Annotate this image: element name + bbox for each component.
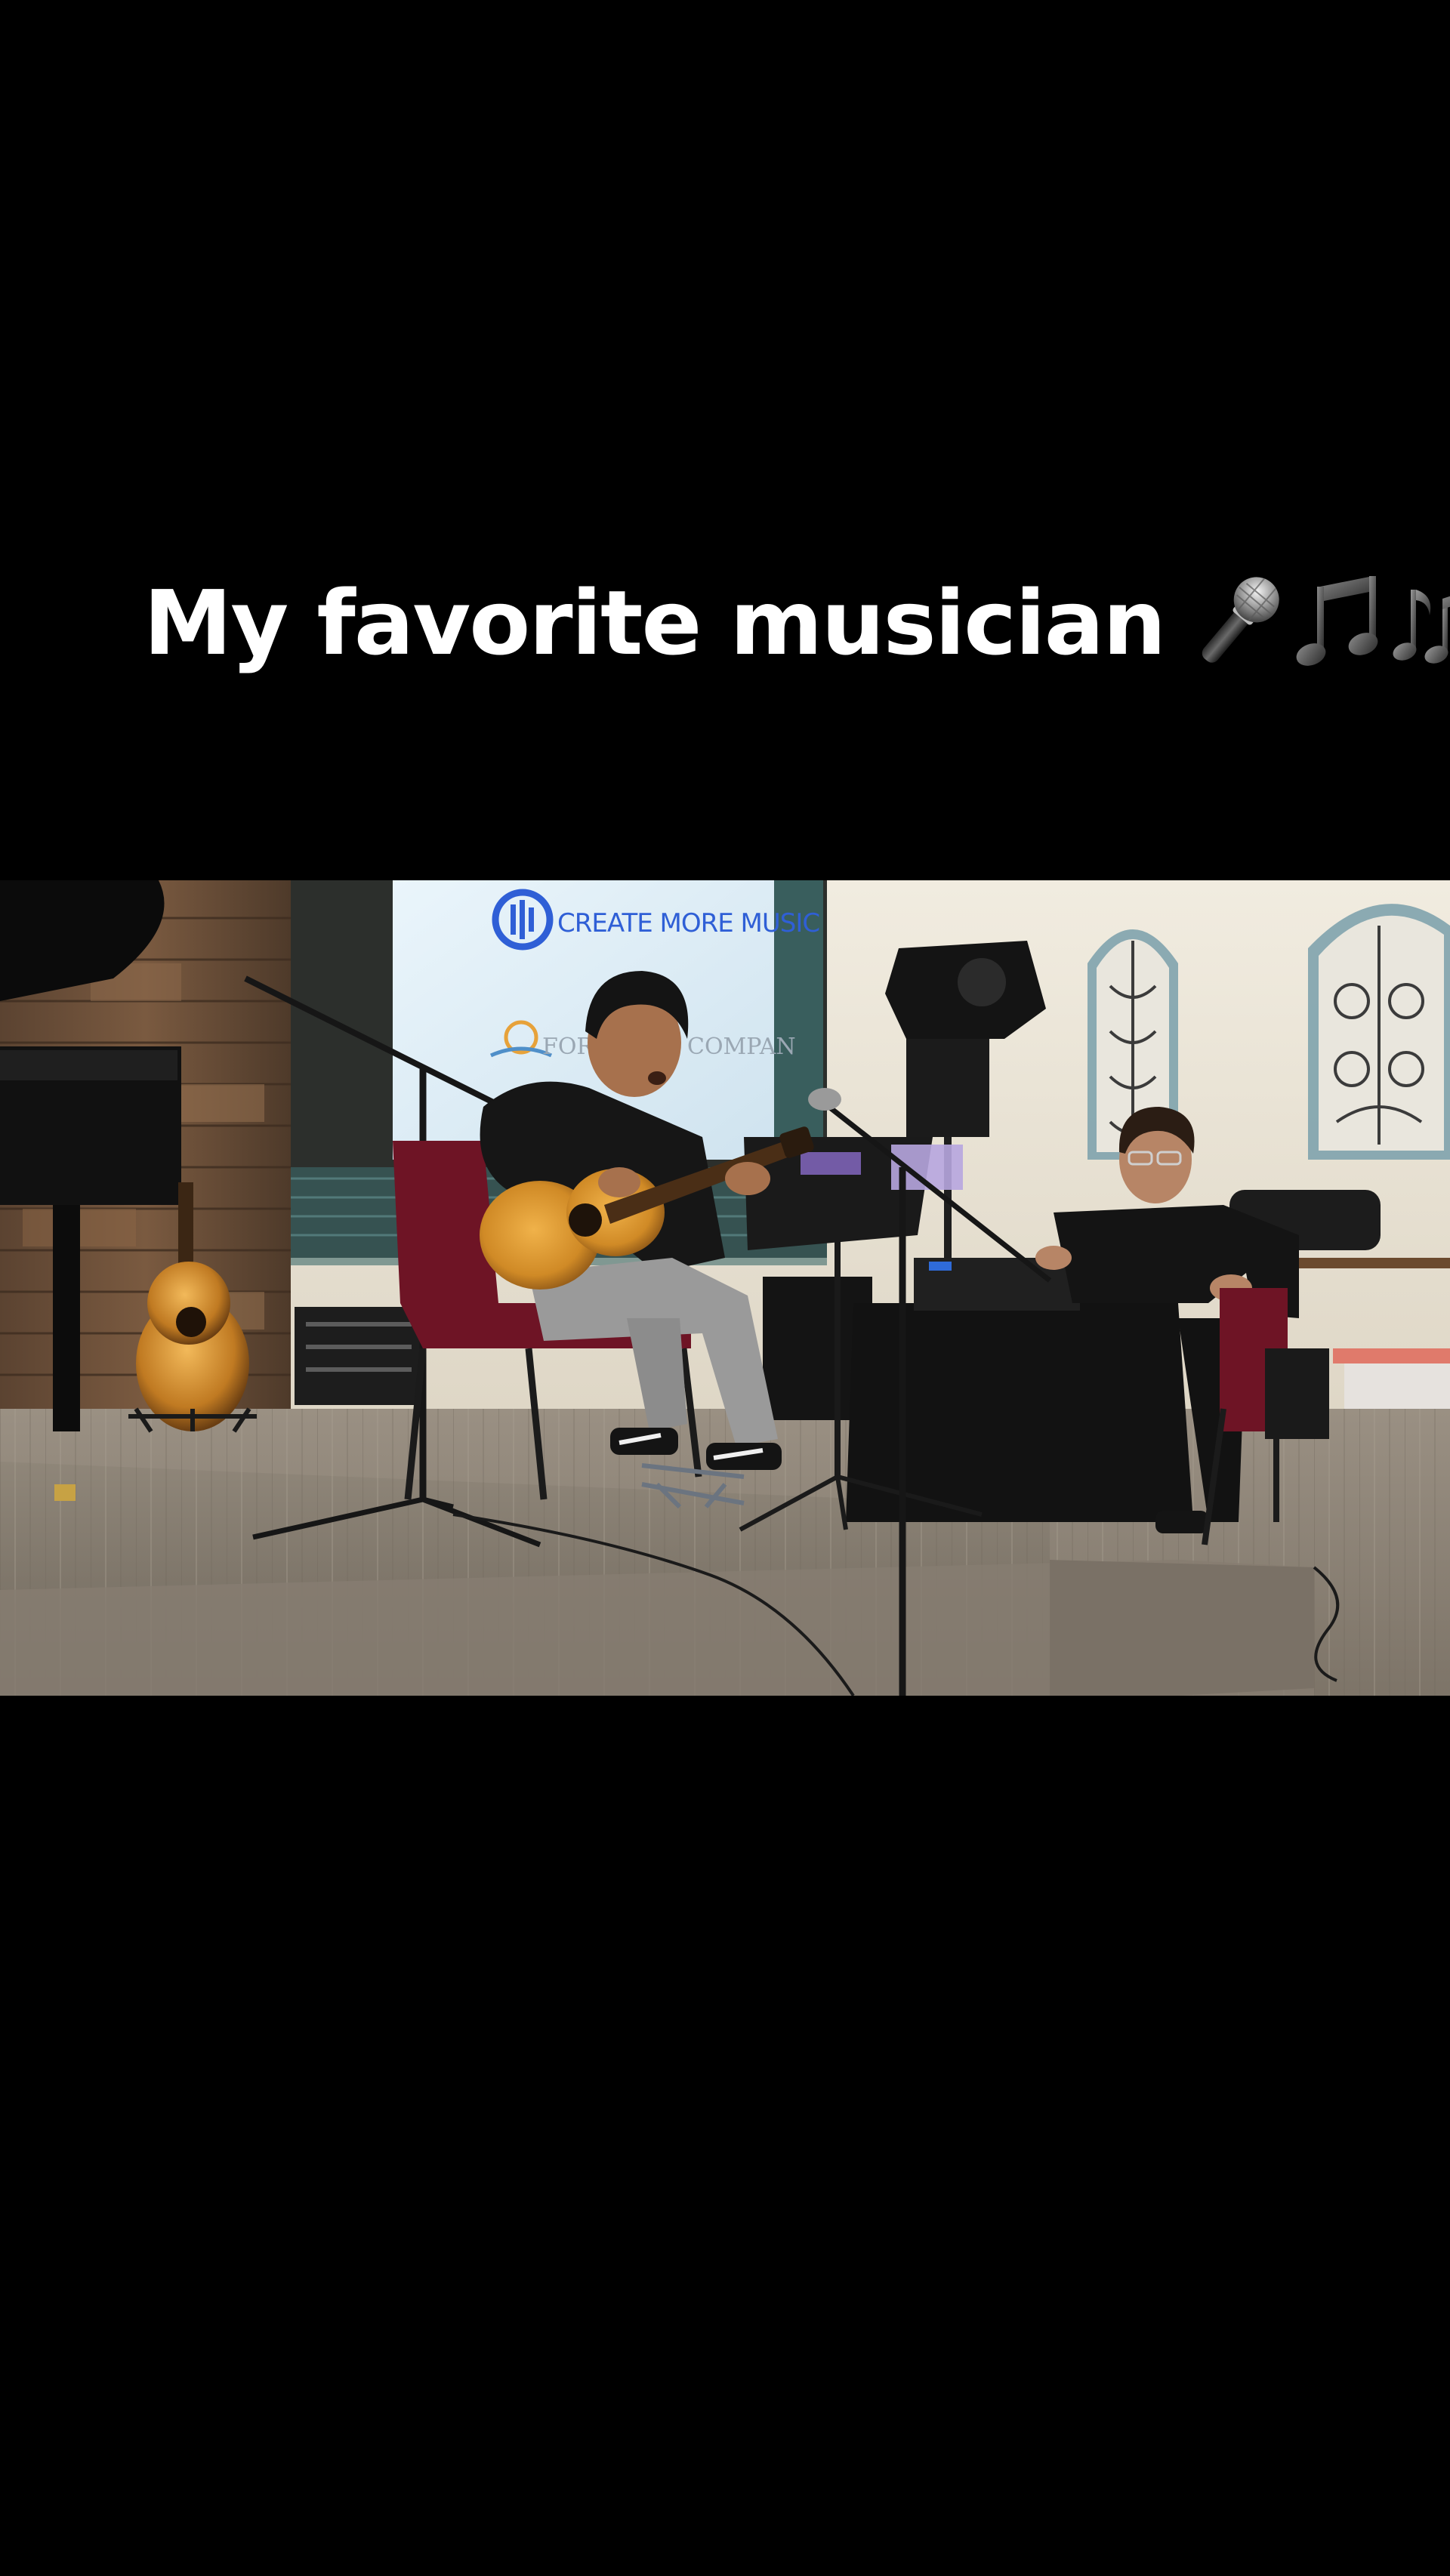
musical-note-icon (1296, 576, 1378, 666)
crate (1265, 1348, 1329, 1439)
concert-scene: CREATE MORE MUSIC FORI COMPAN (0, 880, 1450, 1696)
side-counter (1276, 1258, 1450, 1268)
screen-secondary-line-end: COMPAN (687, 1034, 796, 1060)
caption-emoji-group (1184, 570, 1450, 676)
audio-rack (295, 1307, 423, 1405)
microphone-icon (1202, 577, 1279, 663)
arched-decor-right (1308, 904, 1450, 1160)
caption-text: My favorite musician (143, 571, 1166, 675)
concert-photo: CREATE MORE MUSIC FORI COMPAN (0, 880, 1450, 1696)
caption: My favorite musician (143, 562, 1450, 683)
screen-brand-line: CREATE MORE MUSIC (557, 908, 819, 938)
musical-notes-icon (1393, 590, 1450, 664)
